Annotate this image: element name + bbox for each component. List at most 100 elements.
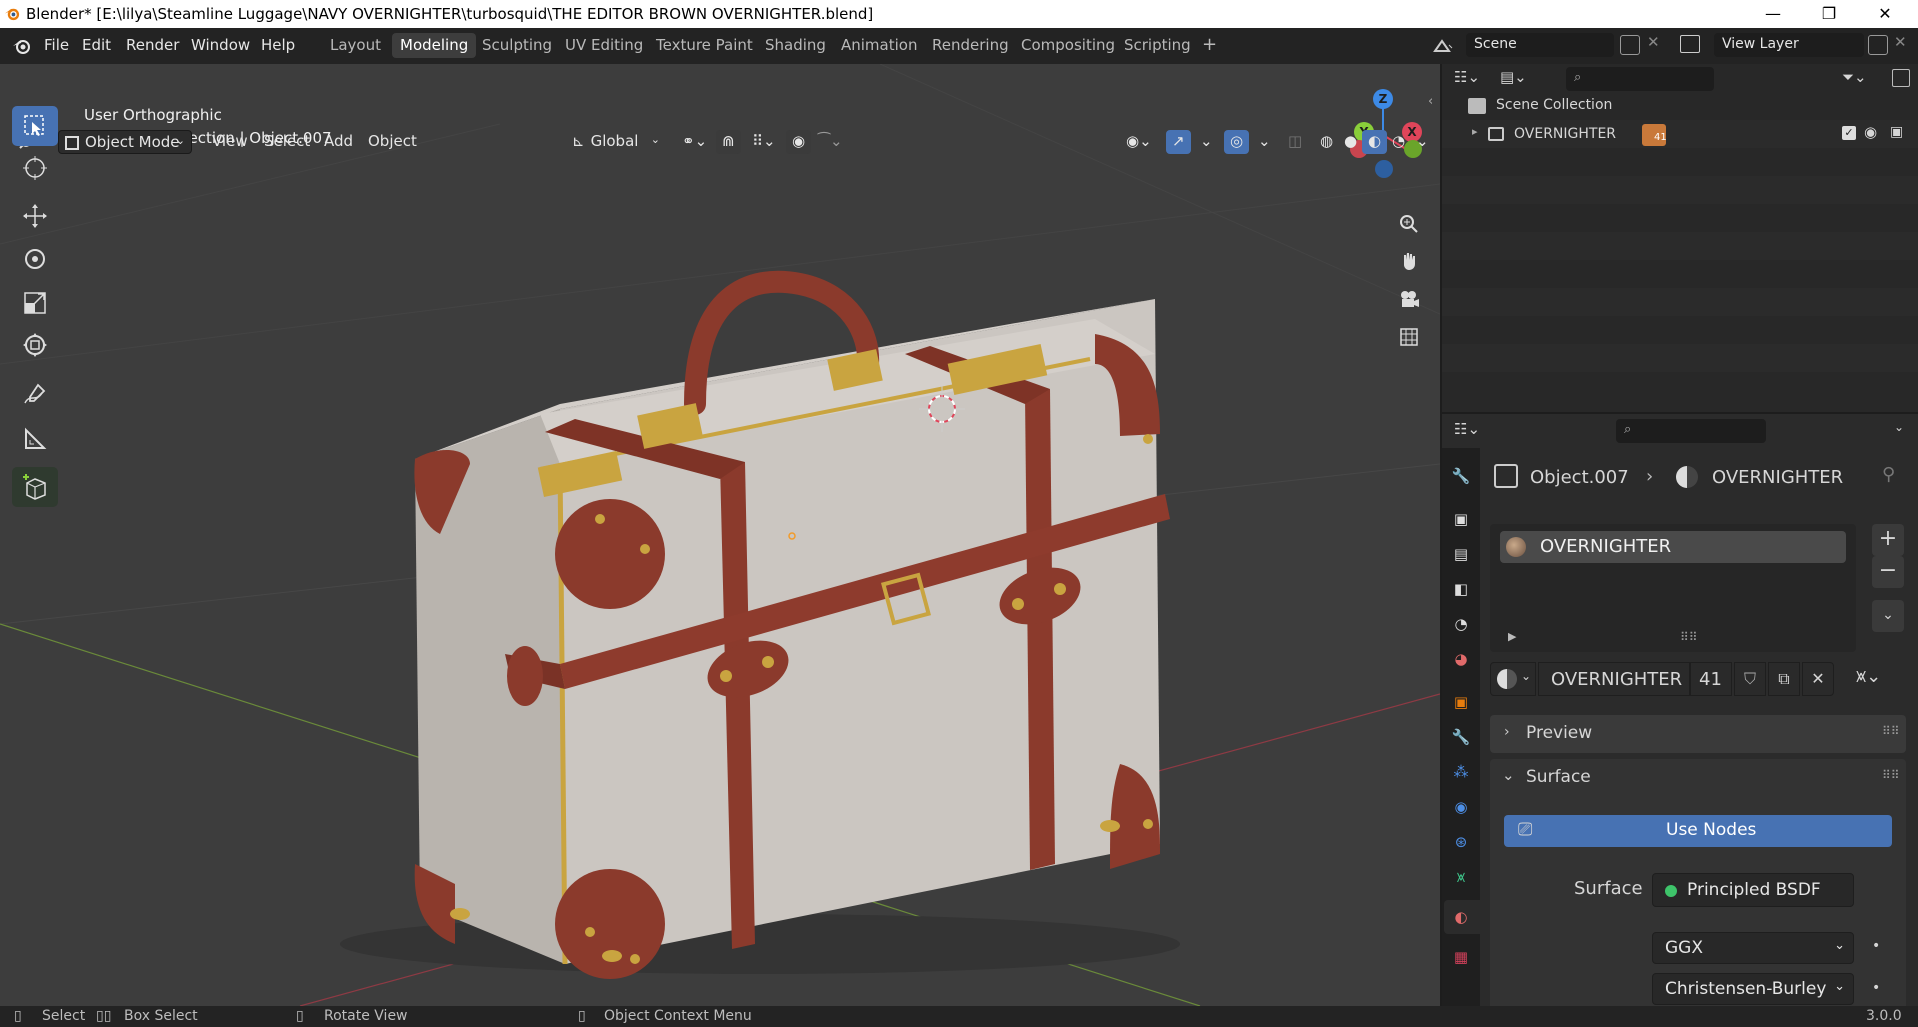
- add-slot-button[interactable]: +: [1872, 524, 1904, 556]
- xray-toggle-icon[interactable]: ◫: [1282, 130, 1308, 154]
- material-preview-shading-icon[interactable]: ◐: [1362, 130, 1388, 154]
- menu-file[interactable]: File: [44, 36, 69, 54]
- minimize-button[interactable]: —: [1750, 0, 1796, 28]
- keyframe-dot-icon[interactable]: •: [1872, 980, 1880, 996]
- render-tab-icon[interactable]: ▣: [1449, 507, 1473, 531]
- select-box-tool-icon[interactable]: [12, 106, 58, 146]
- eye-icon[interactable]: ◉: [1864, 123, 1877, 141]
- falloff-icon[interactable]: ⁀⌄: [812, 130, 849, 154]
- menu-object[interactable]: Object: [362, 130, 423, 154]
- visibility-icon[interactable]: ◉⌄: [1120, 130, 1158, 154]
- gizmo-z-icon[interactable]: Z: [1373, 89, 1393, 109]
- gizmo-menu-icon[interactable]: ⌄: [1194, 130, 1219, 154]
- display-mode-icon[interactable]: ▤⌄: [1500, 68, 1527, 86]
- view-layer-icon[interactable]: [1680, 35, 1700, 53]
- snap-target-icon[interactable]: ⠿⌄: [746, 130, 782, 154]
- annotate-tool-icon[interactable]: [12, 374, 58, 414]
- shading-menu-icon[interactable]: ⌄: [1410, 130, 1435, 154]
- texture-tab-icon[interactable]: ▦: [1449, 945, 1473, 969]
- camera-icon[interactable]: ▣: [1890, 124, 1903, 140]
- menu-add[interactable]: Add: [318, 130, 359, 154]
- transform-tool-icon[interactable]: [12, 325, 58, 365]
- object-tab-icon[interactable]: ▣: [1449, 690, 1473, 714]
- outliner-editor-type-icon[interactable]: ☷⌄: [1454, 68, 1480, 86]
- surface-panel-header[interactable]: ⌄ Surface ⠿⠿: [1490, 759, 1906, 797]
- camera-view-icon[interactable]: [1392, 282, 1426, 316]
- overlays-menu-icon[interactable]: ⌄: [1252, 130, 1277, 154]
- duplicate-material-icon[interactable]: ⧉: [1768, 662, 1800, 696]
- outliner-row[interactable]: ▸ OVERNIGHTER 41 ✓ ◉ ▣: [1442, 120, 1918, 148]
- gizmo-toggle-icon[interactable]: ↗: [1166, 130, 1191, 154]
- solid-shading-icon[interactable]: ●: [1338, 130, 1363, 154]
- tab-rendering[interactable]: Rendering: [924, 33, 1017, 58]
- resize-handle-icon[interactable]: ⠿⠿: [1680, 630, 1698, 644]
- unlink-material-icon[interactable]: ✕: [1802, 662, 1834, 696]
- expand-arrow-icon[interactable]: ▶: [1508, 630, 1516, 643]
- mode-selector[interactable]: Object Mode ⌄: [58, 130, 192, 154]
- scene-selector[interactable]: Scene: [1466, 33, 1614, 57]
- constraints-tab-icon[interactable]: ⊛: [1449, 830, 1473, 854]
- scale-tool-icon[interactable]: [12, 283, 58, 323]
- new-view-layer-icon[interactable]: [1868, 35, 1888, 55]
- drag-handle-icon[interactable]: ⠿⠿: [1882, 768, 1900, 782]
- exclude-checkbox[interactable]: ✓: [1842, 126, 1856, 140]
- physics-tab-icon[interactable]: ◉: [1449, 795, 1473, 819]
- link-data-icon[interactable]: ⩙⌄: [1856, 666, 1881, 687]
- distribution-selector[interactable]: GGX ⌄: [1652, 932, 1854, 964]
- delete-view-layer-icon[interactable]: ✕: [1894, 33, 1907, 51]
- particles-tab-icon[interactable]: ⁂: [1449, 760, 1473, 784]
- tab-shading[interactable]: Shading: [757, 33, 834, 58]
- menu-view[interactable]: View: [206, 130, 254, 154]
- properties-editor-type-icon[interactable]: ☷⌄: [1454, 420, 1480, 438]
- close-button[interactable]: ✕: [1862, 0, 1908, 28]
- maximize-button[interactable]: ❐: [1806, 0, 1852, 28]
- browse-material-button[interactable]: ⌄: [1490, 662, 1536, 696]
- gizmo-neg-z-icon[interactable]: [1375, 160, 1393, 178]
- menu-select[interactable]: Select: [258, 130, 316, 154]
- filter-icon[interactable]: ⏷⌄: [1842, 68, 1867, 86]
- fake-user-shield-icon[interactable]: ⛉: [1734, 662, 1766, 696]
- slot-specials-chevron-icon[interactable]: ⌄: [1872, 600, 1904, 632]
- 3d-viewport[interactable]: User Orthographic (1) Scene Collection |…: [0, 64, 1440, 1006]
- tab-scripting[interactable]: Scripting: [1116, 33, 1199, 58]
- material-users-button[interactable]: 41: [1690, 662, 1732, 696]
- options-chevron-icon[interactable]: ⌄: [1894, 420, 1904, 434]
- output-tab-icon[interactable]: ▤: [1449, 542, 1473, 566]
- rendered-shading-icon[interactable]: ◔: [1386, 130, 1411, 154]
- new-collection-icon[interactable]: [1892, 69, 1910, 87]
- menu-help[interactable]: Help: [261, 36, 295, 54]
- cursor-tool-icon[interactable]: [12, 148, 58, 188]
- preview-panel-header[interactable]: › Preview ⠿⠿: [1490, 715, 1906, 753]
- pivot-point-icon[interactable]: ⚭⌄: [676, 130, 713, 154]
- blender-menu-icon[interactable]: [12, 36, 32, 56]
- tool-tab-icon[interactable]: 🔧: [1449, 464, 1473, 488]
- use-nodes-button[interactable]: ⎚ Use Nodes: [1504, 815, 1892, 847]
- scene-icon[interactable]: [1432, 36, 1454, 56]
- properties-search-input[interactable]: ⌕: [1616, 419, 1766, 443]
- expand-arrow-icon[interactable]: ▸: [1472, 125, 1478, 138]
- tab-uv-editing[interactable]: UV Editing: [557, 33, 651, 58]
- tab-animation[interactable]: Animation: [833, 33, 925, 58]
- object-data-tab-icon[interactable]: ⩙: [1449, 865, 1473, 889]
- world-tab-icon[interactable]: ◕: [1449, 647, 1473, 671]
- keyframe-dot-icon[interactable]: •: [1872, 938, 1880, 954]
- add-workspace-button[interactable]: +: [1202, 34, 1217, 55]
- surface-shader-selector[interactable]: Principled BSDF: [1652, 873, 1854, 907]
- pin-icon[interactable]: ⚲: [1882, 464, 1895, 485]
- menu-edit[interactable]: Edit: [82, 36, 111, 54]
- perspective-grid-icon[interactable]: [1392, 320, 1426, 354]
- modifier-tab-icon[interactable]: 🔧: [1449, 725, 1473, 749]
- tab-layout[interactable]: Layout: [322, 33, 389, 58]
- material-name-field[interactable]: OVERNIGHTER: [1538, 662, 1690, 696]
- outliner-root-label[interactable]: Scene Collection: [1496, 97, 1612, 113]
- zoom-icon[interactable]: [1392, 207, 1426, 241]
- remove-slot-button[interactable]: −: [1872, 556, 1904, 588]
- material-tab-icon[interactable]: ◐: [1449, 905, 1473, 929]
- proportional-edit-icon[interactable]: ◉: [786, 130, 812, 154]
- menu-render[interactable]: Render: [126, 36, 179, 54]
- overlays-toggle-icon[interactable]: ◎: [1224, 130, 1250, 154]
- tab-compositing[interactable]: Compositing: [1013, 33, 1123, 58]
- view-layer-tab-icon[interactable]: ◧: [1449, 577, 1473, 601]
- tab-texture-paint[interactable]: Texture Paint: [648, 33, 761, 58]
- subsurface-method-selector[interactable]: Christensen-Burley ⌄: [1652, 973, 1854, 1005]
